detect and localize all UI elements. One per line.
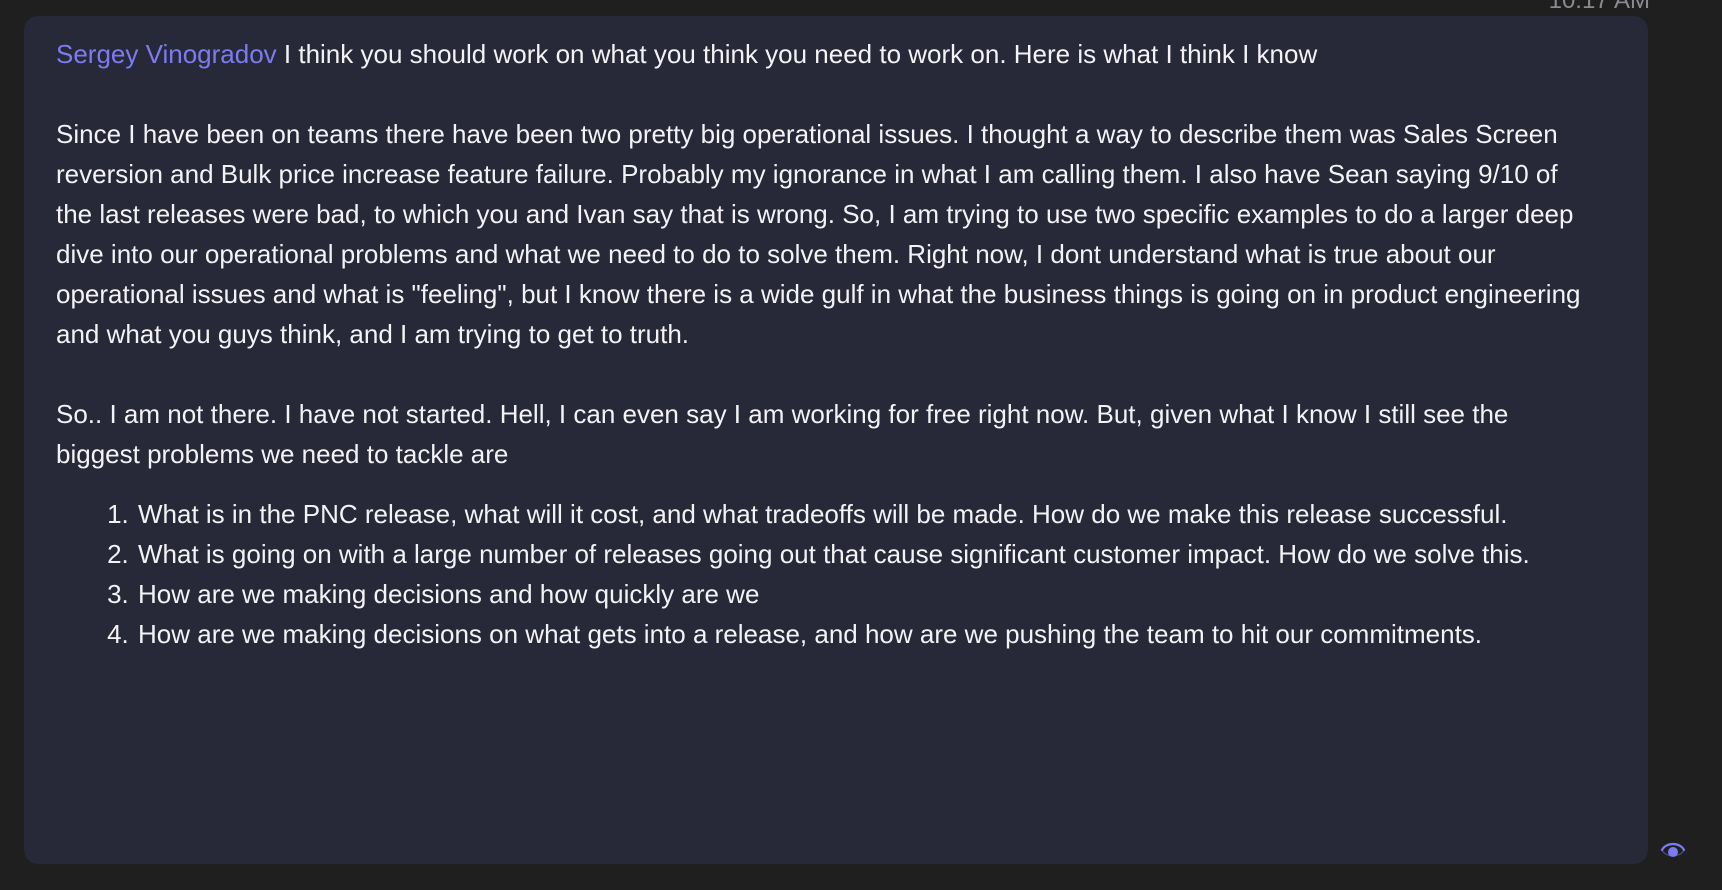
message-first-line: Sergey Vinogradov I think you should wor… [56, 34, 1592, 74]
timestamp: 10:17 AM [1548, 0, 1650, 14]
problem-list: What is in the PNC release, what will it… [56, 494, 1592, 654]
user-mention[interactable]: Sergey Vinogradov [56, 39, 277, 69]
list-item: How are we making decisions and how quic… [136, 574, 1592, 614]
message-paragraph-1: Since I have been on teams there have be… [56, 119, 1581, 349]
first-line-text: I think you should work on what you thin… [276, 39, 1318, 69]
list-item: How are we making decisions on what gets… [136, 614, 1592, 654]
message-paragraph-2: So.. I am not there. I have not started.… [56, 399, 1509, 469]
eye-icon[interactable] [1660, 838, 1686, 860]
list-item: What is in the PNC release, what will it… [136, 494, 1592, 534]
list-item: What is going on with a large number of … [136, 534, 1592, 574]
message-card: Sergey Vinogradov I think you should wor… [24, 16, 1648, 864]
